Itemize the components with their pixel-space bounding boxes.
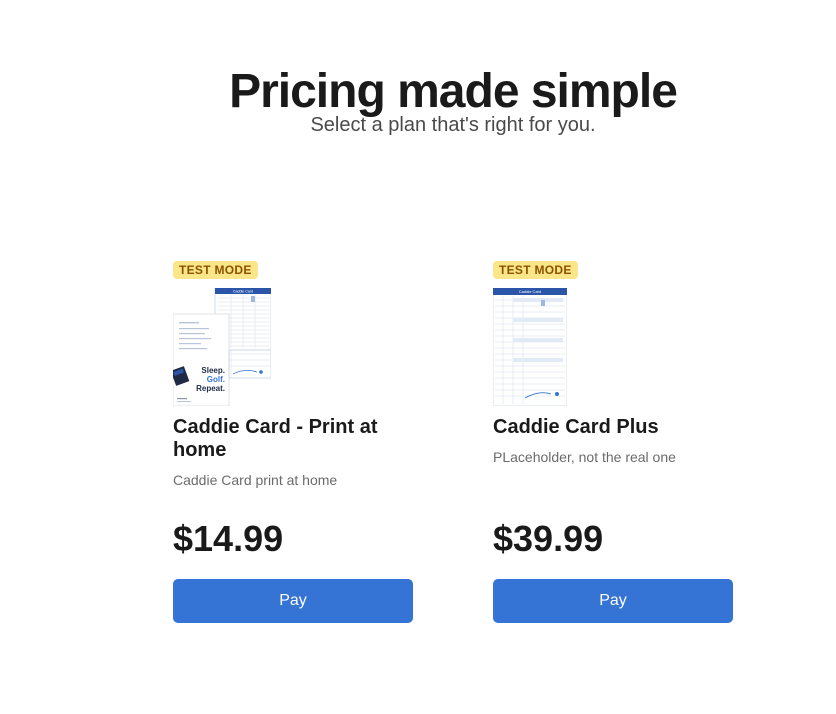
plan-price: $14.99 (173, 518, 284, 559)
product-image-svg: Caddie Card (173, 288, 271, 406)
plan-price: $39.99 (493, 518, 604, 559)
slogan-line-1: Sleep. (201, 366, 225, 375)
test-mode-badge: TEST MODE (493, 261, 578, 279)
slogan-line-2: Golf. (207, 375, 225, 384)
plan-card-plus: TEST MODE Caddie Card Caddie Card Plus P… (493, 261, 733, 623)
plan-description: PLaceholder, not the real one (493, 449, 676, 465)
plan-name: Caddie Card - Print at home (173, 416, 378, 461)
product-image: Caddie Card (493, 288, 591, 406)
pay-button[interactable]: Pay (173, 579, 413, 623)
product-image: Caddie Card (173, 288, 271, 406)
product-image-svg: Caddie Card (493, 288, 567, 406)
plan-description: Caddie Card print at home (173, 472, 338, 488)
pay-button[interactable]: Pay (493, 579, 733, 623)
product-image-card-title: Caddie Card (519, 289, 541, 294)
slogan-line-3: Repeat. (196, 384, 225, 393)
plan-name: Caddie Card Plus (493, 416, 659, 438)
page-subtitle: Select a plan that's right for you. (310, 114, 596, 136)
product-image-card-title: Caddie Card (233, 290, 253, 294)
test-mode-badge: TEST MODE (173, 261, 258, 279)
plan-card-print-at-home: TEST MODE Caddie Card Sleep. Golf. Repea… (173, 261, 413, 623)
